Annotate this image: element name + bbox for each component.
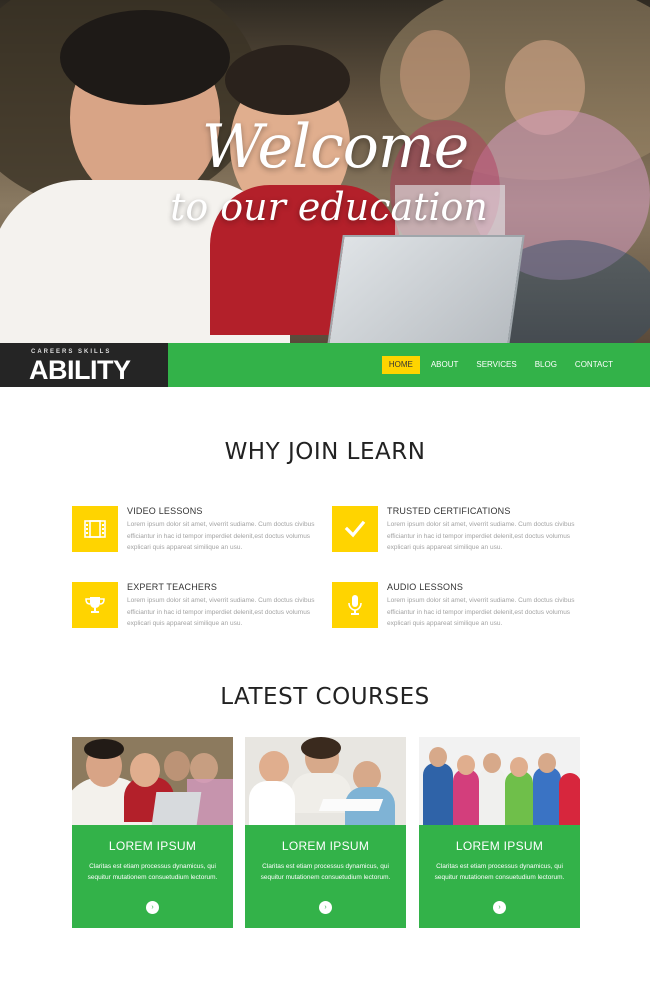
course-card[interactable]: LOREM IPSUM Claritas est etiam processus… bbox=[419, 737, 580, 928]
feature-item: AUDIO LESSONS Lorem ipsum dolor sit amet… bbox=[332, 582, 582, 642]
nav-item-contact[interactable]: CONTACT bbox=[568, 356, 620, 374]
feature-text: Lorem ipsum dolor sit amet, viverrit sud… bbox=[387, 597, 575, 627]
logo[interactable]: CAREERS SKILLS ABILITY bbox=[0, 343, 168, 387]
hero-banner: Welcome to our education bbox=[0, 0, 650, 343]
checkmark-icon bbox=[332, 506, 378, 552]
film-icon bbox=[72, 506, 118, 552]
course-text: Claritas est etiam processus dynamicus, … bbox=[434, 863, 565, 881]
course-title: LOREM IPSUM bbox=[281, 839, 370, 853]
course-more-button[interactable]: › bbox=[319, 901, 332, 914]
course-card[interactable]: LOREM IPSUM Claritas est etiam processus… bbox=[245, 737, 406, 928]
microphone-icon bbox=[332, 582, 378, 628]
course-image bbox=[245, 737, 406, 825]
course-text: Claritas est etiam processus dynamicus, … bbox=[260, 863, 391, 881]
nav-item-about[interactable]: ABOUT bbox=[424, 356, 466, 374]
chevron-right-icon: › bbox=[151, 904, 154, 911]
why-join-title: WHY JOIN LEARN bbox=[224, 439, 426, 465]
hero-subtitle: to our education bbox=[170, 185, 488, 229]
main-navbar: CAREERS SKILLS ABILITY HOME ABOUT SERVIC… bbox=[0, 343, 650, 387]
course-card[interactable]: LOREM IPSUM Claritas est etiam processus… bbox=[72, 737, 233, 928]
course-title: LOREM IPSUM bbox=[455, 839, 544, 853]
course-more-button[interactable]: › bbox=[146, 901, 159, 914]
chevron-right-icon: › bbox=[498, 904, 501, 911]
feature-item: VIDEO LESSONS Lorem ipsum dolor sit amet… bbox=[72, 506, 322, 566]
course-more-button[interactable]: › bbox=[493, 901, 506, 914]
feature-text: Lorem ipsum dolor sit amet, viverrit sud… bbox=[127, 597, 315, 627]
feature-text: Lorem ipsum dolor sit amet, viverrit sud… bbox=[387, 521, 575, 551]
feature-item: EXPERT TEACHERS Lorem ipsum dolor sit am… bbox=[72, 582, 322, 642]
feature-heading: VIDEO LESSONS bbox=[127, 506, 203, 516]
feature-heading: EXPERT TEACHERS bbox=[127, 582, 218, 592]
nav-item-services[interactable]: SERVICES bbox=[469, 356, 523, 374]
trophy-icon bbox=[72, 582, 118, 628]
feature-item: TRUSTED CERTIFICATIONS Lorem ipsum dolor… bbox=[332, 506, 582, 566]
chevron-right-icon: › bbox=[324, 904, 327, 911]
latest-courses-title: LATEST COURSES bbox=[220, 684, 430, 710]
logo-name: ABILITY bbox=[29, 355, 131, 385]
nav-menu: HOME ABOUT SERVICES BLOG CONTACT bbox=[381, 356, 620, 374]
hero-title: Welcome bbox=[201, 112, 470, 182]
feature-text: Lorem ipsum dolor sit amet, viverrit sud… bbox=[127, 521, 315, 551]
feature-heading: AUDIO LESSONS bbox=[387, 582, 464, 592]
course-image bbox=[419, 737, 580, 825]
course-title: LOREM IPSUM bbox=[108, 839, 197, 853]
feature-heading: TRUSTED CERTIFICATIONS bbox=[387, 506, 511, 516]
course-text: Claritas est etiam processus dynamicus, … bbox=[87, 863, 218, 881]
course-image bbox=[72, 737, 233, 825]
nav-item-blog[interactable]: BLOG bbox=[528, 356, 564, 374]
nav-item-home[interactable]: HOME bbox=[381, 356, 420, 374]
